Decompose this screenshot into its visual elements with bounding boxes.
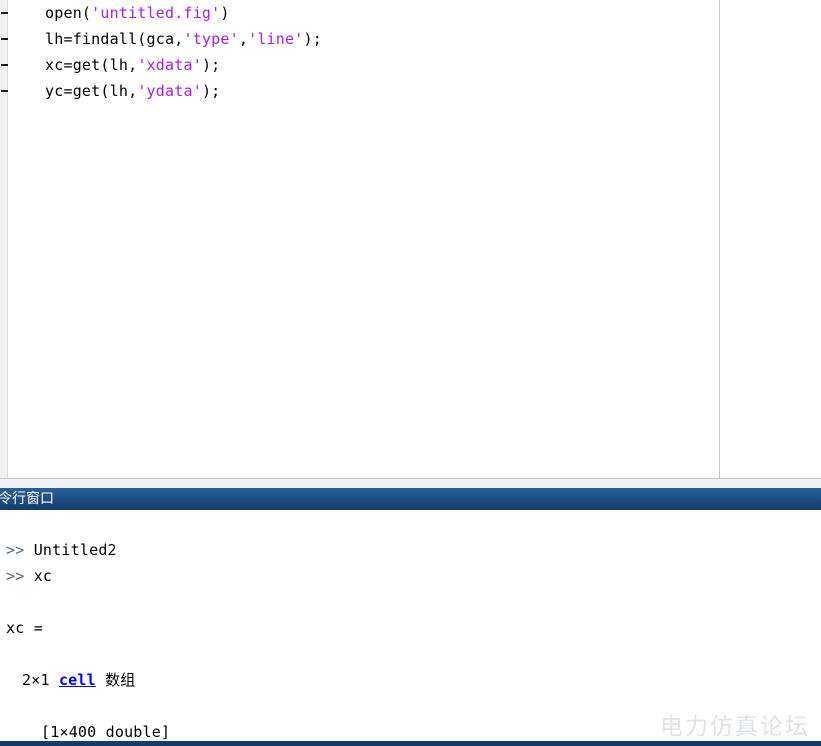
output-text: ) <box>220 4 230 22</box>
code-fold-dash-icon[interactable] <box>1 12 8 14</box>
output-text-cjk: 数组 <box>105 671 136 689</box>
output-text: ); <box>201 56 221 74</box>
output-text: yc=get(lh, <box>45 82 138 100</box>
editor-pane-bottom-gap <box>0 479 821 488</box>
output-text: xc=get(lh, <box>45 56 138 74</box>
command-prompt-marker: >> <box>6 541 25 559</box>
code-fold-dash-icon[interactable] <box>1 90 8 92</box>
output-text: Untitled2 <box>24 541 117 559</box>
command-output-line[interactable]: >> xc <box>6 563 52 589</box>
output-text: lh=findall(gca, <box>45 30 184 48</box>
command-output-line[interactable]: >> Untitled2 <box>6 537 117 563</box>
command-window-titlebar[interactable]: 命令行窗口 <box>0 488 821 510</box>
bottom-status-strip <box>0 741 821 746</box>
code-line[interactable]: xc=get(lh,'xdata'); <box>45 52 220 78</box>
output-text: xc = <box>6 619 43 637</box>
output-text: , <box>238 30 249 48</box>
command-window-title: 命令行窗口 <box>0 491 54 507</box>
cell-type-link[interactable]: cell <box>59 671 96 689</box>
code-text-area[interactable]: open('untitled.fig') lh=findall(gca,'type… <box>9 0 719 478</box>
editor-pane: open('untitled.fig') lh=findall(gca,'type… <box>0 0 821 488</box>
code-line[interactable]: open('untitled.fig') <box>45 0 230 26</box>
output-text: 2×1 <box>22 671 59 689</box>
output-text: open( <box>45 4 92 22</box>
code-string-literal: 'ydata' <box>137 82 202 100</box>
output-text: ); <box>201 82 221 100</box>
editor-fold-gutter[interactable] <box>0 0 8 481</box>
command-output-line[interactable]: xc = <box>6 615 43 641</box>
command-output-line[interactable]: 2×1 cell 数组 <box>22 667 136 693</box>
code-string-literal: 'untitled.fig' <box>91 4 221 22</box>
output-text: ); <box>303 30 322 48</box>
output-text: [1×400 double] <box>41 723 171 741</box>
code-string-literal: 'xdata' <box>137 56 202 74</box>
editor-vertical-split-divider[interactable] <box>719 0 720 478</box>
code-fold-dash-icon[interactable] <box>1 38 8 40</box>
forum-watermark: 电力仿真论坛 <box>660 714 810 740</box>
output-text: xc <box>24 567 53 585</box>
code-fold-dash-icon[interactable] <box>1 64 8 66</box>
code-string-literal: 'line' <box>248 30 304 48</box>
command-output-line[interactable]: [1×400 double] <box>41 719 170 742</box>
command-prompt-marker: >> <box>6 567 25 585</box>
code-string-literal: 'type' <box>183 30 239 48</box>
code-line[interactable]: lh=findall(gca,'type','line'); <box>45 26 322 52</box>
code-line[interactable]: yc=get(lh,'ydata'); <box>45 78 220 104</box>
